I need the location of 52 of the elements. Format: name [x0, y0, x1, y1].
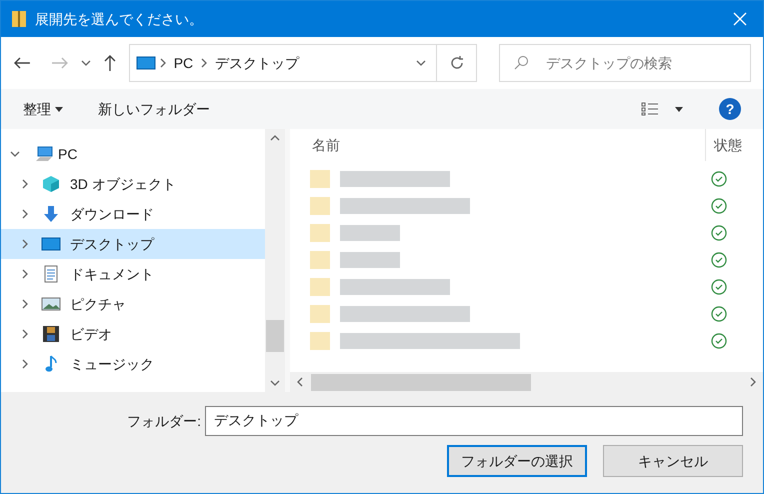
- dialog-button[interactable]: キャンセル: [603, 445, 743, 477]
- cube-icon: [42, 175, 60, 193]
- tree-item[interactable]: 3D オブジェクト: [1, 169, 265, 199]
- tree-item-label: ピクチャ: [70, 294, 126, 314]
- dialog-button[interactable]: フォルダーの選択: [447, 445, 587, 477]
- tree-item[interactable]: デスクトップ: [1, 229, 265, 259]
- column-header[interactable]: 名前: [312, 134, 705, 156]
- tree-item[interactable]: ミュージック: [1, 349, 265, 379]
- document-icon: [43, 265, 59, 283]
- breadcrumb-item[interactable]: PC: [174, 52, 194, 74]
- vertical-scrollbar[interactable]: [265, 129, 285, 392]
- column-header[interactable]: 状態: [705, 129, 763, 161]
- help-button[interactable]: ?: [719, 98, 741, 120]
- search-field[interactable]: デスクトップの検索: [499, 44, 751, 82]
- folder-input-field[interactable]: デスクトップ: [205, 406, 743, 436]
- scrollbar-thumb[interactable]: [311, 374, 531, 390]
- tree-item[interactable]: ビデオ: [1, 319, 265, 349]
- tree-item-label: ダウンロード: [70, 204, 154, 224]
- new-folder-button[interactable]: 新しいフォルダー: [98, 98, 210, 120]
- tree-item-label: ビデオ: [70, 324, 112, 344]
- address-bar[interactable]: PC デスクトップ: [128, 44, 477, 82]
- close-icon[interactable]: [733, 12, 747, 26]
- folder-label: フォルダー:: [127, 412, 201, 430]
- organize-button[interactable]: 整理: [23, 98, 63, 120]
- tree-item[interactable]: ピクチャ: [1, 289, 265, 319]
- computer-icon: [34, 145, 54, 163]
- caret-icon[interactable]: [675, 106, 683, 112]
- picture-icon: [41, 296, 61, 312]
- film-icon: [42, 325, 60, 343]
- tree-item-label[interactable]: PC: [58, 144, 78, 164]
- tree-item-label: 3D オブジェクト: [70, 174, 176, 194]
- view-list-icon[interactable]: [641, 102, 659, 116]
- scrollbar-thumb[interactable]: [266, 320, 284, 352]
- up-arrow-icon[interactable]: [102, 54, 117, 72]
- tree-item[interactable]: ドキュメント: [1, 259, 265, 289]
- down-arrow-icon: [42, 205, 60, 223]
- horizontal-scrollbar[interactable]: [290, 372, 763, 392]
- tree-item[interactable]: ダウンロード: [1, 199, 265, 229]
- back-arrow-icon[interactable]: [13, 56, 31, 70]
- window-title: 展開先を選んでください。: [35, 10, 203, 28]
- music-note-icon: [43, 355, 59, 373]
- tree-item-label: ミュージック: [70, 354, 154, 374]
- monitor-icon: [41, 236, 61, 252]
- tree-item-label: ドキュメント: [70, 264, 154, 284]
- monitor-icon: [136, 55, 156, 71]
- refresh-icon: [448, 55, 464, 71]
- pixelated-file-name: [340, 224, 400, 240]
- search-icon: [513, 55, 529, 71]
- pixelated-file-name: [340, 252, 400, 268]
- tree-item-label: デスクトップ: [70, 234, 154, 254]
- caret-icon: [55, 106, 63, 112]
- breadcrumb-item[interactable]: デスクトップ: [215, 52, 300, 74]
